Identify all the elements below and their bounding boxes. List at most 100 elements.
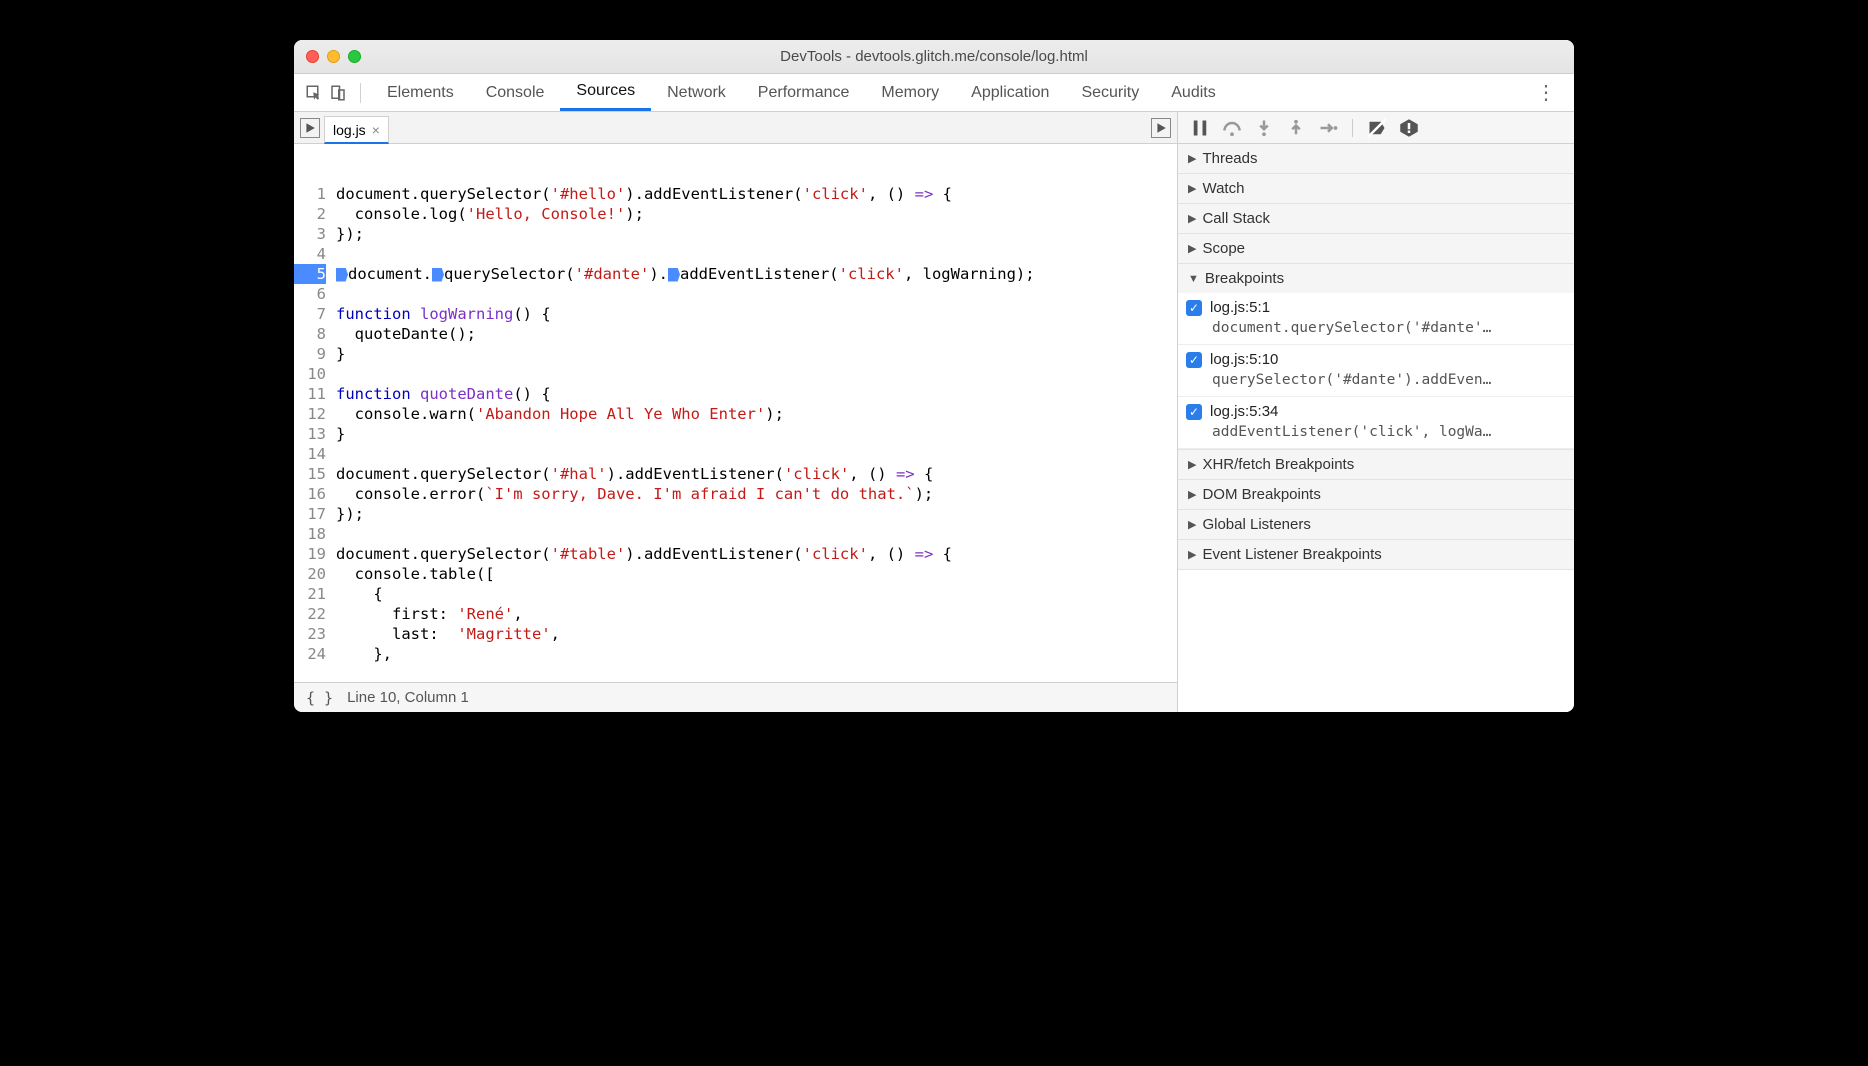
code-line[interactable]: console.table([: [336, 564, 1177, 584]
pause-icon[interactable]: [1190, 118, 1210, 138]
pretty-print-icon[interactable]: { }: [306, 689, 333, 707]
breakpoint-item[interactable]: ✓log.js:5:1document.querySelector('#dant…: [1178, 293, 1574, 345]
line-number[interactable]: 24: [294, 644, 326, 664]
section-header[interactable]: ▶Event Listener Breakpoints: [1178, 540, 1574, 569]
section-header[interactable]: ▶Global Listeners: [1178, 510, 1574, 539]
step-icon[interactable]: [1318, 118, 1338, 138]
breakpoint-snippet: document.querySelector('#dante'…: [1186, 316, 1564, 336]
code-line[interactable]: });: [336, 504, 1177, 524]
line-number[interactable]: 20: [294, 564, 326, 584]
tab-sources[interactable]: Sources: [560, 74, 651, 111]
code-line[interactable]: }: [336, 424, 1177, 444]
line-number[interactable]: 18: [294, 524, 326, 544]
close-window-button[interactable]: [306, 50, 319, 63]
code-line[interactable]: quoteDante();: [336, 324, 1177, 344]
section-header[interactable]: ▶DOM Breakpoints: [1178, 480, 1574, 509]
code-line[interactable]: },: [336, 644, 1177, 664]
line-number[interactable]: 23: [294, 624, 326, 644]
section-header[interactable]: ▶XHR/fetch Breakpoints: [1178, 450, 1574, 479]
code-line[interactable]: document.querySelector('#hal').addEventL…: [336, 464, 1177, 484]
section-event-listener-breakpoints: ▶Event Listener Breakpoints: [1178, 540, 1574, 570]
code-line[interactable]: last: 'Magritte',: [336, 624, 1177, 644]
code-editor[interactable]: 123456789101112131415161718192021222324 …: [294, 144, 1177, 682]
section-header[interactable]: ▶Call Stack: [1178, 204, 1574, 233]
breakpoint-checkbox[interactable]: ✓: [1186, 352, 1202, 368]
tab-memory[interactable]: Memory: [865, 74, 955, 111]
code-line[interactable]: {: [336, 584, 1177, 604]
section-label: Threads: [1202, 150, 1257, 167]
tab-elements[interactable]: Elements: [371, 74, 470, 111]
pause-on-exceptions-icon[interactable]: [1399, 118, 1419, 138]
line-number[interactable]: 7: [294, 304, 326, 324]
line-number[interactable]: 6: [294, 284, 326, 304]
section-label: Scope: [1202, 240, 1245, 257]
line-number[interactable]: 17: [294, 504, 326, 524]
line-number[interactable]: 3: [294, 224, 326, 244]
inspect-element-icon[interactable]: [302, 81, 326, 105]
section-header[interactable]: ▶Watch: [1178, 174, 1574, 203]
deactivate-breakpoints-icon[interactable]: [1367, 118, 1387, 138]
devtools-window: DevTools - devtools.glitch.me/console/lo…: [294, 40, 1574, 712]
tab-console[interactable]: Console: [470, 74, 561, 111]
show-debugger-icon[interactable]: [1151, 118, 1171, 138]
line-number[interactable]: 16: [294, 484, 326, 504]
line-number[interactable]: 11: [294, 384, 326, 404]
step-into-icon[interactable]: [1254, 118, 1274, 138]
expand-triangle-icon: ▶: [1188, 212, 1196, 225]
line-number[interactable]: 13: [294, 424, 326, 444]
code-line[interactable]: console.error(`I'm sorry, Dave. I'm afra…: [336, 484, 1177, 504]
breakpoint-checkbox[interactable]: ✓: [1186, 404, 1202, 420]
code-line[interactable]: document.querySelector('#hello').addEven…: [336, 184, 1177, 204]
more-menu-icon[interactable]: ⋮: [1526, 80, 1566, 105]
line-number[interactable]: 4: [294, 244, 326, 264]
code-line[interactable]: [336, 244, 1177, 264]
section-label: Breakpoints: [1205, 270, 1284, 287]
code-line[interactable]: function logWarning() {: [336, 304, 1177, 324]
line-number[interactable]: 21: [294, 584, 326, 604]
tab-audits[interactable]: Audits: [1155, 74, 1231, 111]
zoom-window-button[interactable]: [348, 50, 361, 63]
line-number[interactable]: 15: [294, 464, 326, 484]
minimize-window-button[interactable]: [327, 50, 340, 63]
code-line[interactable]: document.querySelector('#table').addEven…: [336, 544, 1177, 564]
close-tab-icon[interactable]: ×: [372, 122, 380, 138]
line-number[interactable]: 8: [294, 324, 326, 344]
line-number[interactable]: 2: [294, 204, 326, 224]
line-number[interactable]: 1: [294, 184, 326, 204]
tab-performance[interactable]: Performance: [742, 74, 866, 111]
tab-application[interactable]: Application: [955, 74, 1065, 111]
breakpoint-item[interactable]: ✓log.js:5:34addEventListener('click', lo…: [1178, 397, 1574, 449]
code-line[interactable]: document.querySelector('#dante').addEven…: [336, 264, 1177, 284]
section-header[interactable]: ▶Scope: [1178, 234, 1574, 263]
line-number[interactable]: 22: [294, 604, 326, 624]
breakpoint-item[interactable]: ✓log.js:5:10querySelector('#dante').addE…: [1178, 345, 1574, 397]
section-header[interactable]: ▶Threads: [1178, 144, 1574, 173]
line-number[interactable]: 19: [294, 544, 326, 564]
breakpoints-header[interactable]: ▼ Breakpoints: [1178, 264, 1574, 293]
code-line[interactable]: [336, 284, 1177, 304]
code-line[interactable]: function quoteDante() {: [336, 384, 1177, 404]
code-line[interactable]: });: [336, 224, 1177, 244]
tab-security[interactable]: Security: [1065, 74, 1155, 111]
line-number[interactable]: 10: [294, 364, 326, 384]
line-number[interactable]: 12: [294, 404, 326, 424]
code-line[interactable]: }: [336, 344, 1177, 364]
file-tab[interactable]: log.js ×: [324, 116, 389, 144]
code-line[interactable]: first: 'René',: [336, 604, 1177, 624]
line-number[interactable]: 9: [294, 344, 326, 364]
code-line[interactable]: console.warn('Abandon Hope All Ye Who En…: [336, 404, 1177, 424]
line-number[interactable]: 14: [294, 444, 326, 464]
code-line[interactable]: [336, 524, 1177, 544]
show-navigator-icon[interactable]: [300, 118, 320, 138]
divider: [360, 83, 361, 103]
step-over-icon[interactable]: [1222, 118, 1242, 138]
breakpoint-checkbox[interactable]: ✓: [1186, 300, 1202, 316]
tab-network[interactable]: Network: [651, 74, 742, 111]
code-line[interactable]: console.log('Hello, Console!');: [336, 204, 1177, 224]
step-out-icon[interactable]: [1286, 118, 1306, 138]
breakpoints-section: ▼ Breakpoints ✓log.js:5:1document.queryS…: [1178, 264, 1574, 450]
line-number[interactable]: 5: [294, 264, 326, 284]
device-toolbar-icon[interactable]: [326, 81, 350, 105]
code-line[interactable]: [336, 364, 1177, 384]
code-line[interactable]: [336, 444, 1177, 464]
